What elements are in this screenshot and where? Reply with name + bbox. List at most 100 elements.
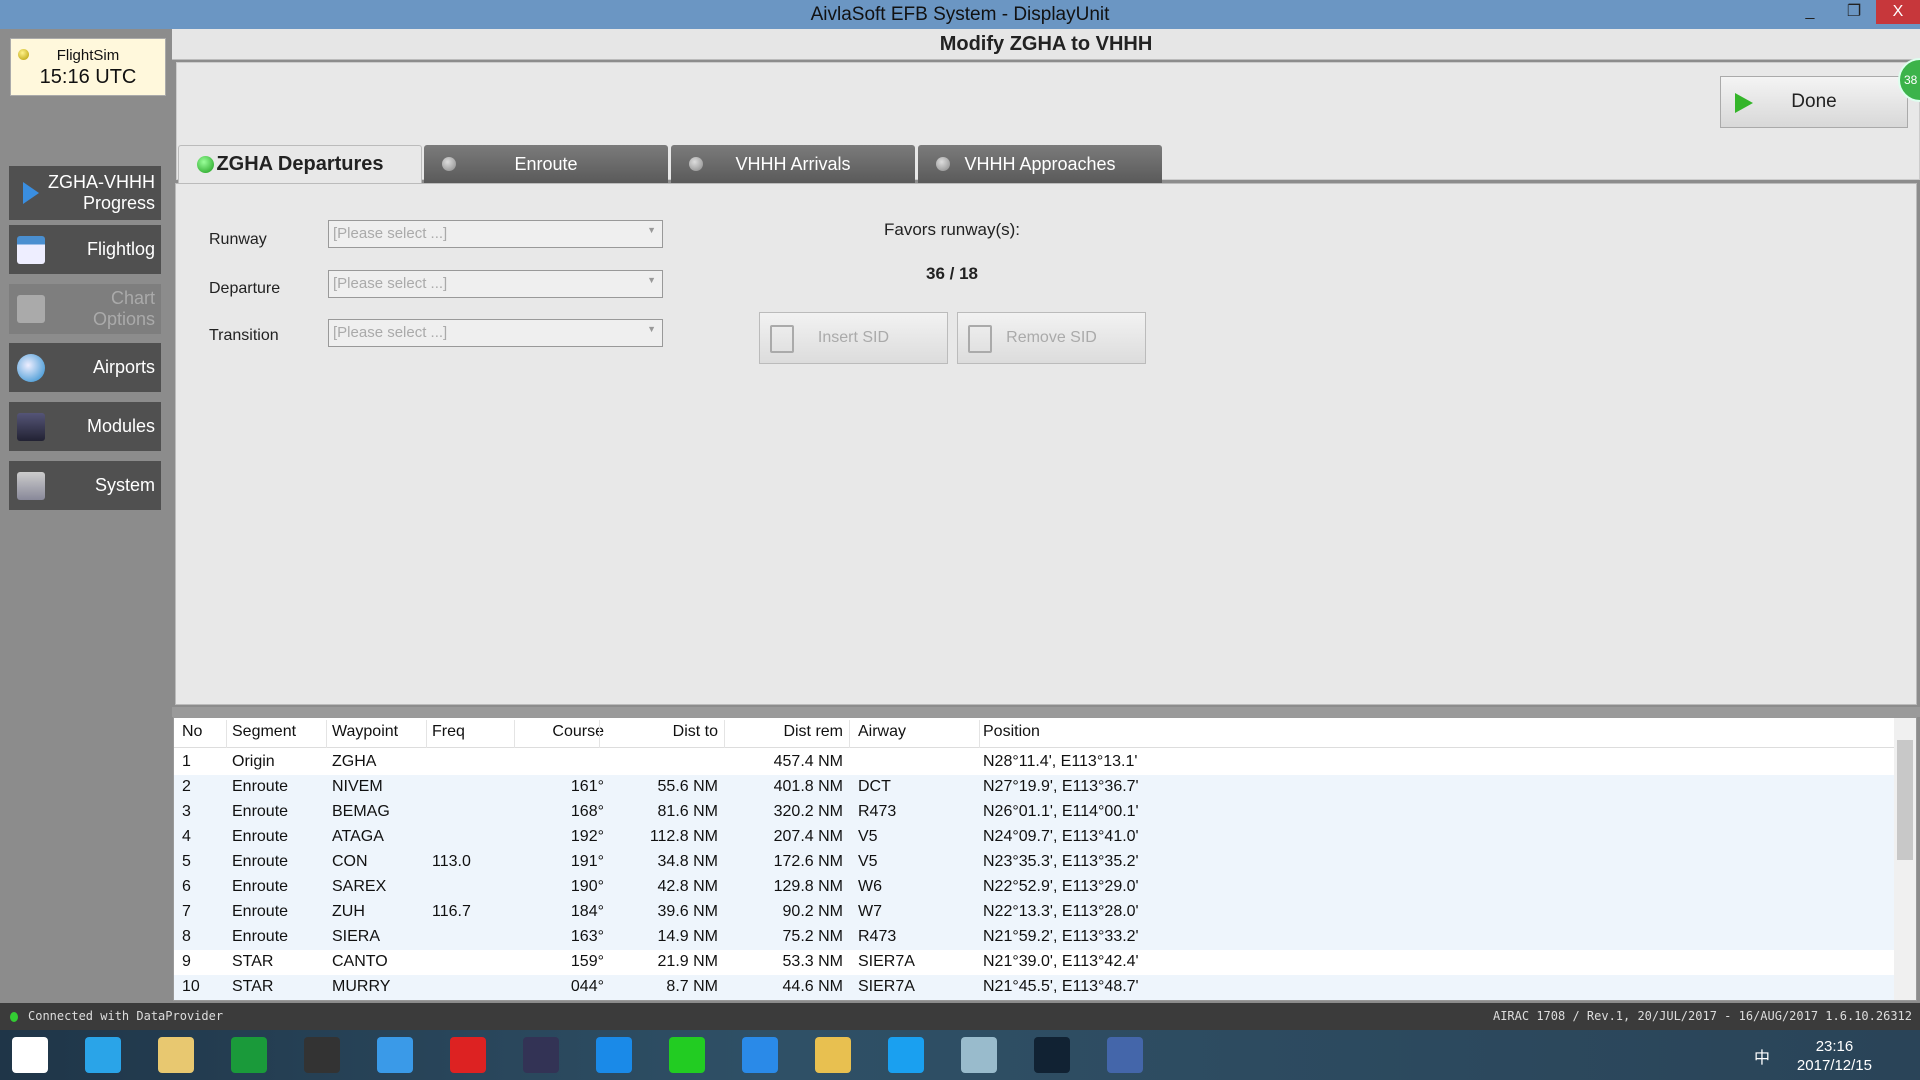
tab-enroute[interactable]: Enroute bbox=[424, 145, 668, 183]
column-divider[interactable] bbox=[514, 720, 515, 748]
table-row[interactable]: 6 Enroute SAREX 190° 42.8 NM 129.8 NM W6 N22°52… bbox=[174, 875, 1894, 900]
sidebar-item-label: Flightlog bbox=[86, 239, 155, 259]
cell-dist-rem: 129.8 NM bbox=[773, 878, 843, 895]
tab-vhhh-arrivals[interactable]: VHHH Arrivals bbox=[671, 145, 915, 183]
column-divider[interactable] bbox=[724, 720, 725, 748]
baidu-cloud-icon[interactable] bbox=[377, 1037, 413, 1073]
column-divider[interactable] bbox=[849, 720, 850, 748]
notepad-icon[interactable] bbox=[961, 1037, 997, 1073]
sidebar-item-zgha-vhhh-progress[interactable]: ZGHA-VHHH Progress bbox=[9, 166, 161, 220]
cell-no: 3 bbox=[182, 803, 191, 820]
chevron-down-icon: ▼ bbox=[647, 225, 656, 235]
tab-zgha-departures[interactable]: ZGHA Departures bbox=[178, 145, 422, 183]
insert-label: Insert SID bbox=[817, 329, 890, 346]
tab-vhhh-approaches[interactable]: VHHH Approaches bbox=[918, 145, 1162, 183]
scrollbar[interactable] bbox=[1894, 718, 1916, 1000]
status-led-icon bbox=[197, 156, 214, 173]
transition-select[interactable]: [Please select ...] ▼ bbox=[328, 319, 663, 347]
sidebar-item-system[interactable]: System bbox=[9, 461, 161, 510]
app-list-icon[interactable] bbox=[742, 1037, 778, 1073]
sidebar-item-label: ZGHA-VHHH Progress bbox=[48, 172, 155, 213]
table-row[interactable]: 5 Enroute CON 113.0 191° 34.8 NM 172.6 NM V5 N23… bbox=[174, 850, 1894, 875]
table-row[interactable]: 1 Origin ZGHA 457.4 NM N28°11.4', E113°13.1' bbox=[174, 750, 1894, 775]
earth-icon bbox=[17, 353, 45, 382]
table-row[interactable]: 9 STAR CANTO 159° 21.9 NM 53.3 NM SIER7A N21°39… bbox=[174, 950, 1894, 975]
table-row[interactable]: 7 Enroute ZUH 116.7 184° 39.6 NM 90.2 NM W7 N22°… bbox=[174, 900, 1894, 925]
cell-course: 184° bbox=[570, 903, 604, 920]
cell-airway: Airway bbox=[858, 723, 907, 740]
globe-app-icon[interactable] bbox=[1107, 1037, 1143, 1073]
runway-select[interactable]: [Please select ...] ▼ bbox=[328, 220, 663, 248]
column-divider[interactable] bbox=[979, 720, 980, 748]
cell-waypoint: CANTO bbox=[332, 953, 388, 970]
cell-dist-rem: 401.8 NM bbox=[773, 778, 843, 795]
cell-waypoint: ATAGA bbox=[332, 828, 384, 845]
insert-sid-button[interactable]: Insert SID bbox=[759, 312, 948, 364]
sidebar-item-flightlog[interactable]: Flightlog bbox=[9, 225, 161, 274]
route-table: No Segment Waypoint Freq Course Dist to Dist r… bbox=[173, 717, 1917, 1001]
kugou-icon[interactable] bbox=[596, 1037, 632, 1073]
sidebar-item-modules[interactable]: Modules bbox=[9, 402, 161, 451]
cell-no: 4 bbox=[182, 828, 191, 845]
table-row[interactable]: 4 Enroute ATAGA 192° 112.8 NM 207.4 NM V5 N24°0… bbox=[174, 825, 1894, 850]
column-divider[interactable] bbox=[226, 720, 227, 748]
table-row[interactable]: 10 STAR MURRY 044° 8.7 NM 44.6 NM SIER7A N21°45… bbox=[174, 975, 1894, 1000]
app-5-icon[interactable] bbox=[888, 1037, 924, 1073]
sidebar-item-chart-options[interactable]: Chart Options bbox=[9, 284, 161, 334]
cell-no: 9 bbox=[182, 953, 191, 970]
cell-position: N28°11.4', E113°13.1' bbox=[983, 753, 1138, 770]
cell-segment: Enroute bbox=[232, 903, 289, 920]
cell-airway: R473 bbox=[858, 928, 897, 945]
connection-led-icon bbox=[10, 1012, 18, 1022]
favored-runways: 36 / 18 bbox=[926, 264, 978, 283]
store-icon[interactable] bbox=[231, 1037, 267, 1073]
maximize-button[interactable]: ❐ bbox=[1832, 0, 1876, 24]
table-row[interactable]: 8 Enroute SIERA 163° 14.9 NM 75.2 NM R473 N21°5… bbox=[174, 925, 1894, 950]
cell-waypoint: SIERA bbox=[332, 928, 381, 945]
cell-segment: Segment bbox=[232, 723, 297, 740]
clock[interactable]: 23:16 2017/12/15 bbox=[1797, 1037, 1872, 1075]
folder-icon[interactable] bbox=[815, 1037, 851, 1073]
infinity-icon[interactable] bbox=[523, 1037, 559, 1073]
close-button[interactable]: X bbox=[1876, 0, 1920, 24]
briefcase-icon bbox=[17, 412, 45, 441]
splitter-handle[interactable] bbox=[172, 707, 1920, 717]
column-divider[interactable] bbox=[599, 720, 600, 748]
cell-dist-to: Dist to bbox=[672, 723, 718, 740]
table-row[interactable]: 3 Enroute BEMAG 168° 81.6 NM 320.2 NM R473 N26°… bbox=[174, 800, 1894, 825]
scrollbar-thumb[interactable] bbox=[1897, 740, 1913, 860]
iqiyi-icon[interactable] bbox=[669, 1037, 705, 1073]
cell-position: N21°59.2', E113°33.2' bbox=[983, 928, 1139, 945]
ie-icon[interactable] bbox=[85, 1037, 121, 1073]
table-row[interactable]: 2 Enroute NIVEM 161° 55.6 NM 401.8 NM DCT N27°1… bbox=[174, 775, 1894, 800]
netease-music-icon[interactable] bbox=[450, 1037, 486, 1073]
title-bar: AivlaSoft EFB System - DisplayUnit _ ❐ X bbox=[0, 0, 1920, 29]
cell-dist-to: 34.8 NM bbox=[657, 853, 718, 870]
cell-no: 1 bbox=[182, 753, 191, 770]
app-icon[interactable] bbox=[304, 1037, 340, 1073]
status-led-icon bbox=[936, 157, 950, 171]
cell-freq: 116.7 bbox=[432, 903, 471, 920]
minimize-button[interactable]: _ bbox=[1788, 0, 1832, 24]
cell-no: 8 bbox=[182, 928, 191, 945]
status-led-icon bbox=[442, 157, 456, 171]
remove-sid-button[interactable]: Remove SID bbox=[957, 312, 1146, 364]
placeholder: [Please select ...] bbox=[333, 275, 448, 292]
departure-select[interactable]: [Please select ...] ▼ bbox=[328, 270, 663, 298]
cell-dist-rem: 75.2 NM bbox=[782, 928, 843, 945]
done-button[interactable]: Done bbox=[1720, 76, 1908, 128]
file-explorer-icon[interactable] bbox=[158, 1037, 194, 1073]
ime-indicator[interactable]: 中 bbox=[1754, 1044, 1770, 1068]
column-divider[interactable] bbox=[426, 720, 427, 748]
terminal-icon[interactable] bbox=[1034, 1037, 1070, 1073]
connection-status: Connected with DataProvider bbox=[28, 1009, 224, 1023]
windows-start-icon[interactable] bbox=[12, 1037, 48, 1073]
cell-position: N26°01.1', E114°00.1' bbox=[983, 803, 1139, 820]
cell-waypoint: CON bbox=[332, 853, 368, 870]
cell-no: 6 bbox=[182, 878, 191, 895]
cell-position: N22°52.9', E113°29.0' bbox=[983, 878, 1139, 895]
cell-freq: 113.0 bbox=[432, 853, 471, 870]
column-divider[interactable] bbox=[326, 720, 327, 748]
sidebar-item-airports[interactable]: Airports bbox=[9, 343, 161, 392]
cell-course: 159° bbox=[570, 953, 604, 970]
